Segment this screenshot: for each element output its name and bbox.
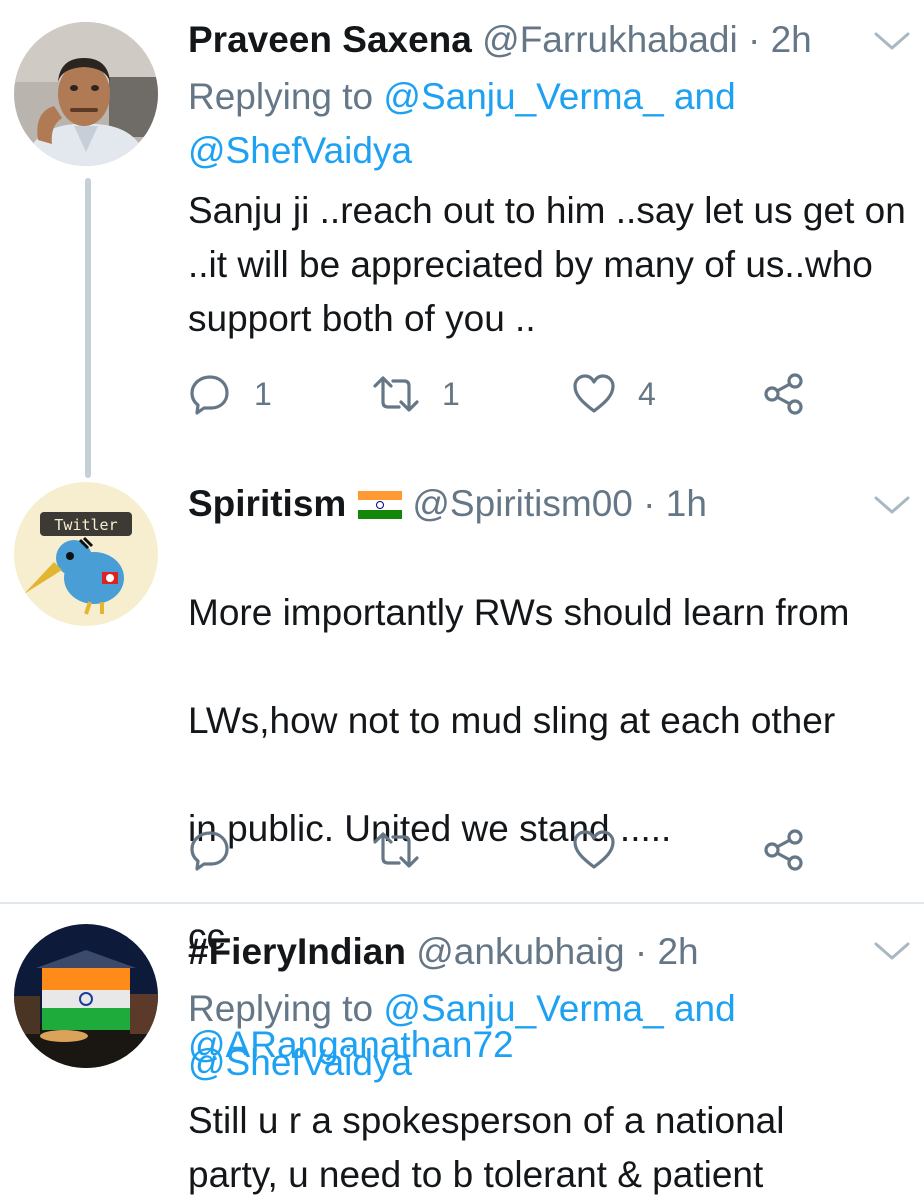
tweet-header: Praveen Saxena @Farrukhabadi · 2h bbox=[188, 18, 812, 62]
retweet-button[interactable]: 1 bbox=[372, 372, 460, 416]
avatar[interactable] bbox=[14, 22, 158, 166]
tweet-actions bbox=[188, 828, 808, 872]
retweet-button[interactable] bbox=[372, 828, 420, 872]
replying-and[interactable]: and bbox=[674, 76, 736, 117]
tweet-actions: 1 1 4 bbox=[188, 372, 808, 416]
tweet-text-line: LWs,how not to mud sling at each other bbox=[188, 700, 836, 741]
avatar[interactable] bbox=[14, 924, 158, 1068]
tweet-text: Sanju ji ..reach out to him ..say let us… bbox=[188, 190, 906, 339]
replying-to-label: Replying to bbox=[188, 988, 374, 1029]
avatar-label: Twitler bbox=[54, 516, 117, 534]
like-button[interactable] bbox=[572, 828, 616, 872]
like-button[interactable]: 4 bbox=[572, 372, 656, 416]
tweet-header: #FieryIndian @ankubhaig · 2h bbox=[188, 930, 699, 974]
timestamp[interactable]: 2h bbox=[657, 931, 698, 972]
chevron-down-icon[interactable] bbox=[872, 492, 912, 520]
display-name[interactable]: Praveen Saxena bbox=[188, 19, 472, 60]
reply-icon bbox=[190, 375, 229, 415]
chevron-down-icon[interactable] bbox=[872, 938, 912, 966]
display-name[interactable]: Spiritism bbox=[188, 483, 346, 524]
mention-link[interactable]: @Sanju_Verma_ bbox=[383, 76, 663, 117]
tweet-header: Spiritism @Spiritism00 · 1h bbox=[188, 482, 707, 526]
share-button[interactable] bbox=[762, 828, 806, 872]
mention-link[interactable]: @ShefVaidya bbox=[188, 1042, 412, 1083]
user-handle[interactable]: @ankubhaig bbox=[416, 931, 624, 972]
replying-and[interactable]: and bbox=[674, 988, 736, 1029]
thread-line bbox=[85, 178, 91, 478]
replying-to: Replying to @Sanju_Verma_ and @ShefVaidy… bbox=[188, 982, 908, 1090]
timestamp[interactable]: 2h bbox=[771, 19, 812, 60]
display-name[interactable]: #FieryIndian bbox=[188, 931, 406, 972]
heart-icon bbox=[573, 830, 615, 869]
user-handle[interactable]: @Farrukhabadi bbox=[482, 19, 738, 60]
share-button[interactable] bbox=[762, 372, 806, 416]
like-count: 4 bbox=[638, 375, 656, 412]
replying-to: Replying to @Sanju_Verma_ and @ShefVaidy… bbox=[188, 70, 908, 178]
user-handle[interactable]: @Spiritism00 bbox=[412, 483, 633, 524]
separator-dot: · bbox=[748, 19, 761, 60]
tweet-praveen-saxena[interactable]: Praveen Saxena @Farrukhabadi · 2h Replyi… bbox=[0, 0, 924, 478]
mention-link[interactable]: @Sanju_Verma_ bbox=[383, 988, 663, 1029]
reply-count: 1 bbox=[254, 375, 272, 412]
share-icon bbox=[764, 373, 803, 415]
separator-dot: · bbox=[634, 931, 648, 972]
mention-link[interactable]: @ShefVaidya bbox=[188, 130, 412, 171]
chevron-down-icon[interactable] bbox=[872, 28, 912, 56]
heart-icon bbox=[573, 374, 615, 413]
reply-button[interactable]: 1 bbox=[188, 372, 272, 416]
share-icon bbox=[764, 829, 803, 871]
tweet-spiritism[interactable]: Twitler Spiritism @Spiritism00 · 1h More … bbox=[0, 460, 924, 1065]
tweet-text-line: More importantly RWs should learn from bbox=[188, 592, 850, 633]
tweet-text: Still u r a spokesperson of a national p… bbox=[188, 1100, 785, 1195]
reply-button[interactable] bbox=[188, 828, 232, 872]
replying-to-label: Replying to bbox=[188, 76, 374, 117]
reply-icon bbox=[190, 831, 229, 871]
avatar[interactable]: Twitler bbox=[14, 482, 158, 626]
timestamp[interactable]: 1h bbox=[666, 483, 707, 524]
retweet-count: 1 bbox=[442, 375, 460, 412]
retweet-icon bbox=[373, 376, 419, 412]
tweet-fiery-indian[interactable]: #FieryIndian @ankubhaig · 2h Replying to… bbox=[0, 904, 924, 1200]
retweet-icon bbox=[373, 832, 419, 868]
indian-flag-icon bbox=[358, 491, 403, 519]
separator-dot: · bbox=[643, 483, 656, 524]
